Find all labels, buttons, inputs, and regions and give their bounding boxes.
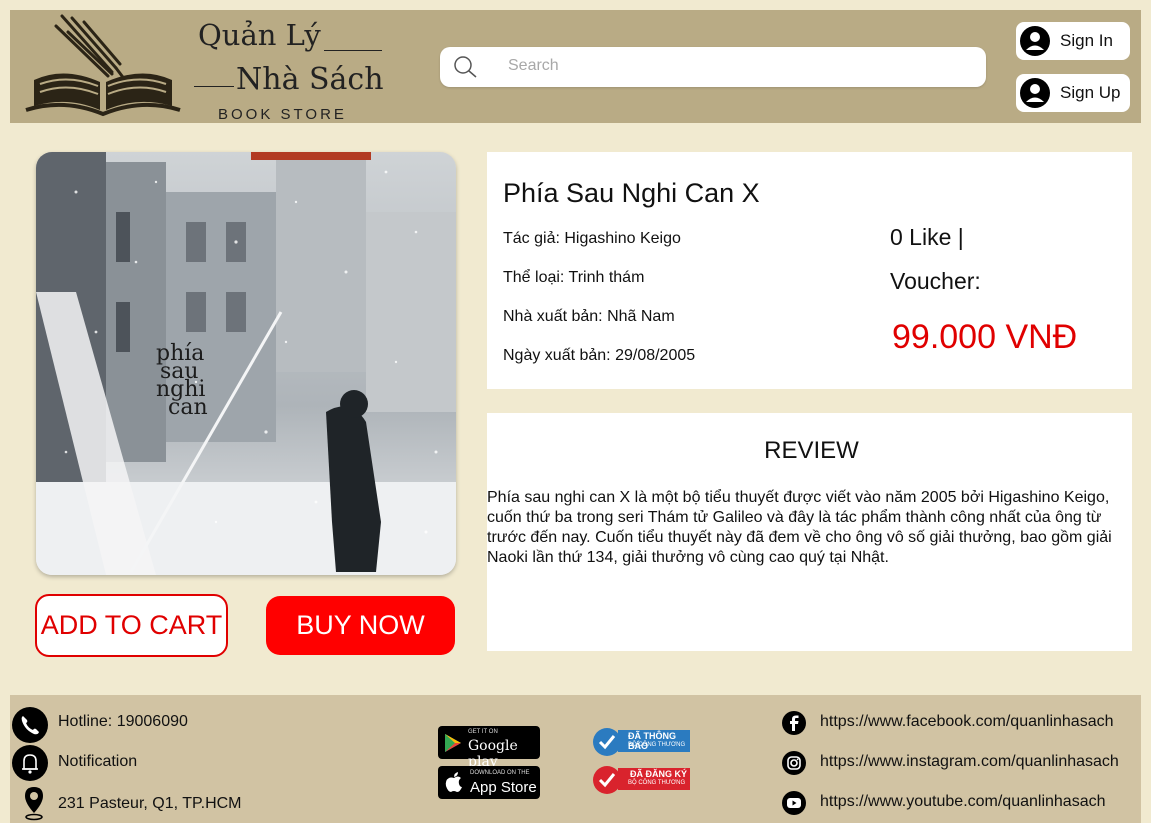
like-count[interactable]: 0 Like | <box>890 224 964 251</box>
app-store-badge[interactable]: DOWNLOAD ON THE App Store <box>438 766 540 799</box>
badge-notified-sub: BỘ CÔNG THƯƠNG <box>628 742 686 748</box>
open-book-logo-icon <box>25 14 181 117</box>
google-play-badge[interactable]: GET IT ON Google play <box>438 726 540 770</box>
logo-title-line2: Nhà Sách <box>236 62 384 97</box>
registered-badge[interactable]: ĐÃ ĐĂNG KÝ BỘ CÔNG THƯƠNG <box>592 763 692 797</box>
registered-notice-badge[interactable]: ĐÃ THÔNG BÁO BỘ CÔNG THƯƠNG <box>592 725 692 759</box>
hotline-text[interactable]: Hotline: 19006090 <box>58 713 188 731</box>
sign-up-button[interactable]: Sign Up <box>1016 74 1130 112</box>
badge-registered-sub: BỘ CÔNG THƯƠNG <box>628 780 686 786</box>
footer: Hotline: 19006090 Notification 231 Paste… <box>10 695 1141 823</box>
book-publisher: Nhà xuất bản: Nhã Nam <box>503 308 675 325</box>
header: Quản Lý Nhà Sách BOOK STORE Search Sign … <box>10 10 1141 123</box>
add-to-cart-button[interactable]: ADD TO CART <box>35 594 228 657</box>
sign-in-button[interactable]: Sign In <box>1016 22 1130 60</box>
logo-title-line1: Quản Lý <box>198 18 321 52</box>
youtube-link[interactable]: https://www.youtube.com/quanlinhasach <box>820 793 1106 811</box>
book-author: Tác giả: Higashino Keigo <box>503 230 681 247</box>
review-heading: REVIEW <box>764 437 859 464</box>
review-panel: REVIEW Phía sau nghi can X là một bộ tiể… <box>487 413 1132 651</box>
book-publish-date: Ngày xuất bản: 29/08/2005 <box>503 347 696 364</box>
search-icon <box>454 56 477 78</box>
badge-registered-text: ĐÃ ĐĂNG KÝ <box>630 769 688 779</box>
search-placeholder: Search <box>508 57 559 74</box>
search-input[interactable]: Search <box>440 47 986 87</box>
book-title: Phía Sau Nghi Can X <box>503 178 760 208</box>
book-genre: Thể loại: Trinh thám <box>503 269 645 286</box>
app-store-small-text: DOWNLOAD ON THE <box>470 770 530 776</box>
book-cover-image: phía sau nghi can <box>36 152 456 575</box>
sign-in-label: Sign In <box>1060 31 1113 50</box>
logo-rule <box>324 50 382 51</box>
logo-text: Quản Lý Nhà Sách BOOK STORE <box>190 16 400 123</box>
notification-link[interactable]: Notification <box>58 753 137 771</box>
facebook-icon <box>782 711 806 735</box>
buy-now-button[interactable]: BUY NOW <box>266 596 455 655</box>
phone-icon <box>12 707 48 743</box>
sign-up-label: Sign Up <box>1060 83 1121 102</box>
apple-icon <box>445 772 462 792</box>
youtube-icon <box>782 791 806 815</box>
logo-subtitle: BOOK STORE <box>218 106 347 123</box>
user-icon <box>1020 78 1050 108</box>
book-cover-art: phía sau nghi can <box>36 152 456 575</box>
instagram-icon <box>782 751 806 775</box>
google-play-icon <box>445 734 461 752</box>
instagram-link[interactable]: https://www.instagram.com/quanlinhasach <box>820 753 1119 771</box>
voucher-label: Voucher: <box>890 268 981 294</box>
bell-icon <box>12 745 48 781</box>
user-icon <box>1020 26 1050 56</box>
facebook-link[interactable]: https://www.facebook.com/quanlinhasach <box>820 713 1114 731</box>
product-info-panel: Phía Sau Nghi Can X Tác giả: Higashino K… <box>487 152 1132 389</box>
review-text: Phía sau nghi can X là một bộ tiểu thuyế… <box>487 489 1112 566</box>
app-store-text: App Store <box>470 779 537 796</box>
book-price: 99.000 VNĐ <box>892 318 1078 356</box>
address-text: 231 Pasteur, Q1, TP.HCM <box>58 795 242 812</box>
badge-notified-text: ĐÃ THÔNG BÁO <box>628 731 676 751</box>
location-pin-icon <box>25 787 43 821</box>
google-play-small-text: GET IT ON <box>468 729 498 735</box>
logo-rule <box>194 86 234 87</box>
